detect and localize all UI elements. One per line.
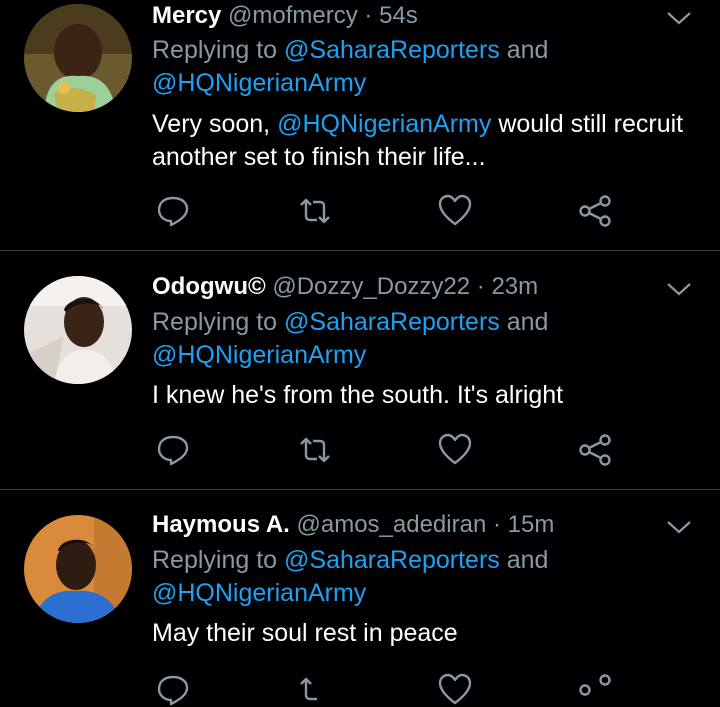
caret-down-icon[interactable] bbox=[666, 519, 692, 535]
replying-and: and bbox=[499, 308, 549, 336]
like-icon[interactable] bbox=[438, 194, 472, 228]
replying-to: Replying to @SaharaReporters and @HQNige… bbox=[152, 544, 548, 610]
retweet-icon[interactable] bbox=[298, 433, 332, 467]
timestamp[interactable]: 23m bbox=[491, 273, 538, 300]
mention-link[interactable]: @HQNigerianArmy bbox=[152, 69, 366, 97]
avatar[interactable] bbox=[24, 276, 132, 384]
divider bbox=[0, 489, 720, 490]
reply-icon[interactable] bbox=[156, 433, 190, 467]
tweet-text: Very soon, @HQNigerianArmy would still r… bbox=[152, 108, 712, 174]
display-name[interactable]: Haymous A. bbox=[152, 511, 290, 538]
tweet-header: Mercy @mofmercy · 54s bbox=[152, 0, 418, 32]
mention-link[interactable]: @SaharaReporters bbox=[284, 308, 500, 336]
tweet-text-part: Very soon, bbox=[152, 110, 278, 138]
tweet-text: I knew he's from the south. It's alright bbox=[152, 381, 564, 409]
display-name[interactable]: Mercy bbox=[152, 2, 221, 29]
tweet-text-part: would still recruit bbox=[491, 110, 684, 138]
tweet[interactable]: Haymous A. @amos_adediran · 15m Replying… bbox=[0, 509, 720, 706]
tweet-text: May their soul rest in peace bbox=[152, 619, 458, 647]
caret-down-icon[interactable] bbox=[666, 10, 692, 26]
mention-link[interactable]: @HQNigerianArmy bbox=[277, 110, 491, 138]
mention-link[interactable]: @SaharaReporters bbox=[284, 546, 500, 574]
user-handle[interactable]: @amos_adediran bbox=[296, 511, 486, 538]
avatar[interactable] bbox=[24, 4, 132, 112]
display-name[interactable]: Odogwu© bbox=[152, 273, 266, 300]
tweet[interactable]: Odogwu© @Dozzy_Dozzy22 · 23m Replying to… bbox=[0, 271, 720, 489]
separator: · bbox=[492, 511, 501, 538]
retweet-icon[interactable] bbox=[298, 194, 332, 228]
replying-prefix: Replying to bbox=[152, 36, 285, 64]
user-handle[interactable]: @Dozzy_Dozzy22 bbox=[272, 273, 470, 300]
reply-icon[interactable] bbox=[156, 673, 190, 707]
timestamp[interactable]: 15m bbox=[508, 511, 555, 538]
tweet-text-part: another set to finish their life... bbox=[152, 143, 486, 171]
tweet-header: Haymous A. @amos_adediran · 15m bbox=[152, 509, 554, 541]
replying-to: Replying to @SaharaReporters and @HQNige… bbox=[152, 306, 548, 372]
divider bbox=[0, 250, 720, 251]
replying-and: and bbox=[499, 546, 549, 574]
like-icon[interactable] bbox=[438, 673, 472, 707]
like-icon[interactable] bbox=[438, 433, 472, 467]
timestamp[interactable]: 54s bbox=[379, 2, 418, 29]
replying-to: Replying to @SaharaReporters and @HQNige… bbox=[152, 34, 548, 100]
retweet-icon[interactable] bbox=[298, 673, 332, 707]
mention-link[interactable]: @HQNigerianArmy bbox=[152, 341, 366, 369]
user-handle[interactable]: @mofmercy bbox=[228, 2, 358, 29]
mention-link[interactable]: @HQNigerianArmy bbox=[152, 579, 366, 607]
reply-icon[interactable] bbox=[156, 194, 190, 228]
separator: · bbox=[476, 273, 485, 300]
replying-prefix: Replying to bbox=[152, 546, 285, 574]
mention-link[interactable]: @SaharaReporters bbox=[284, 36, 500, 64]
avatar[interactable] bbox=[24, 515, 132, 623]
separator: · bbox=[364, 2, 373, 29]
tweet[interactable]: Mercy @mofmercy · 54s Replying to @Sahar… bbox=[0, 0, 720, 250]
tweet-header: Odogwu© @Dozzy_Dozzy22 · 23m bbox=[152, 271, 538, 303]
replying-prefix: Replying to bbox=[152, 308, 285, 336]
share-icon[interactable] bbox=[578, 673, 612, 707]
replying-and: and bbox=[499, 36, 549, 64]
caret-down-icon[interactable] bbox=[666, 281, 692, 297]
share-icon[interactable] bbox=[578, 194, 612, 228]
share-icon[interactable] bbox=[578, 433, 612, 467]
